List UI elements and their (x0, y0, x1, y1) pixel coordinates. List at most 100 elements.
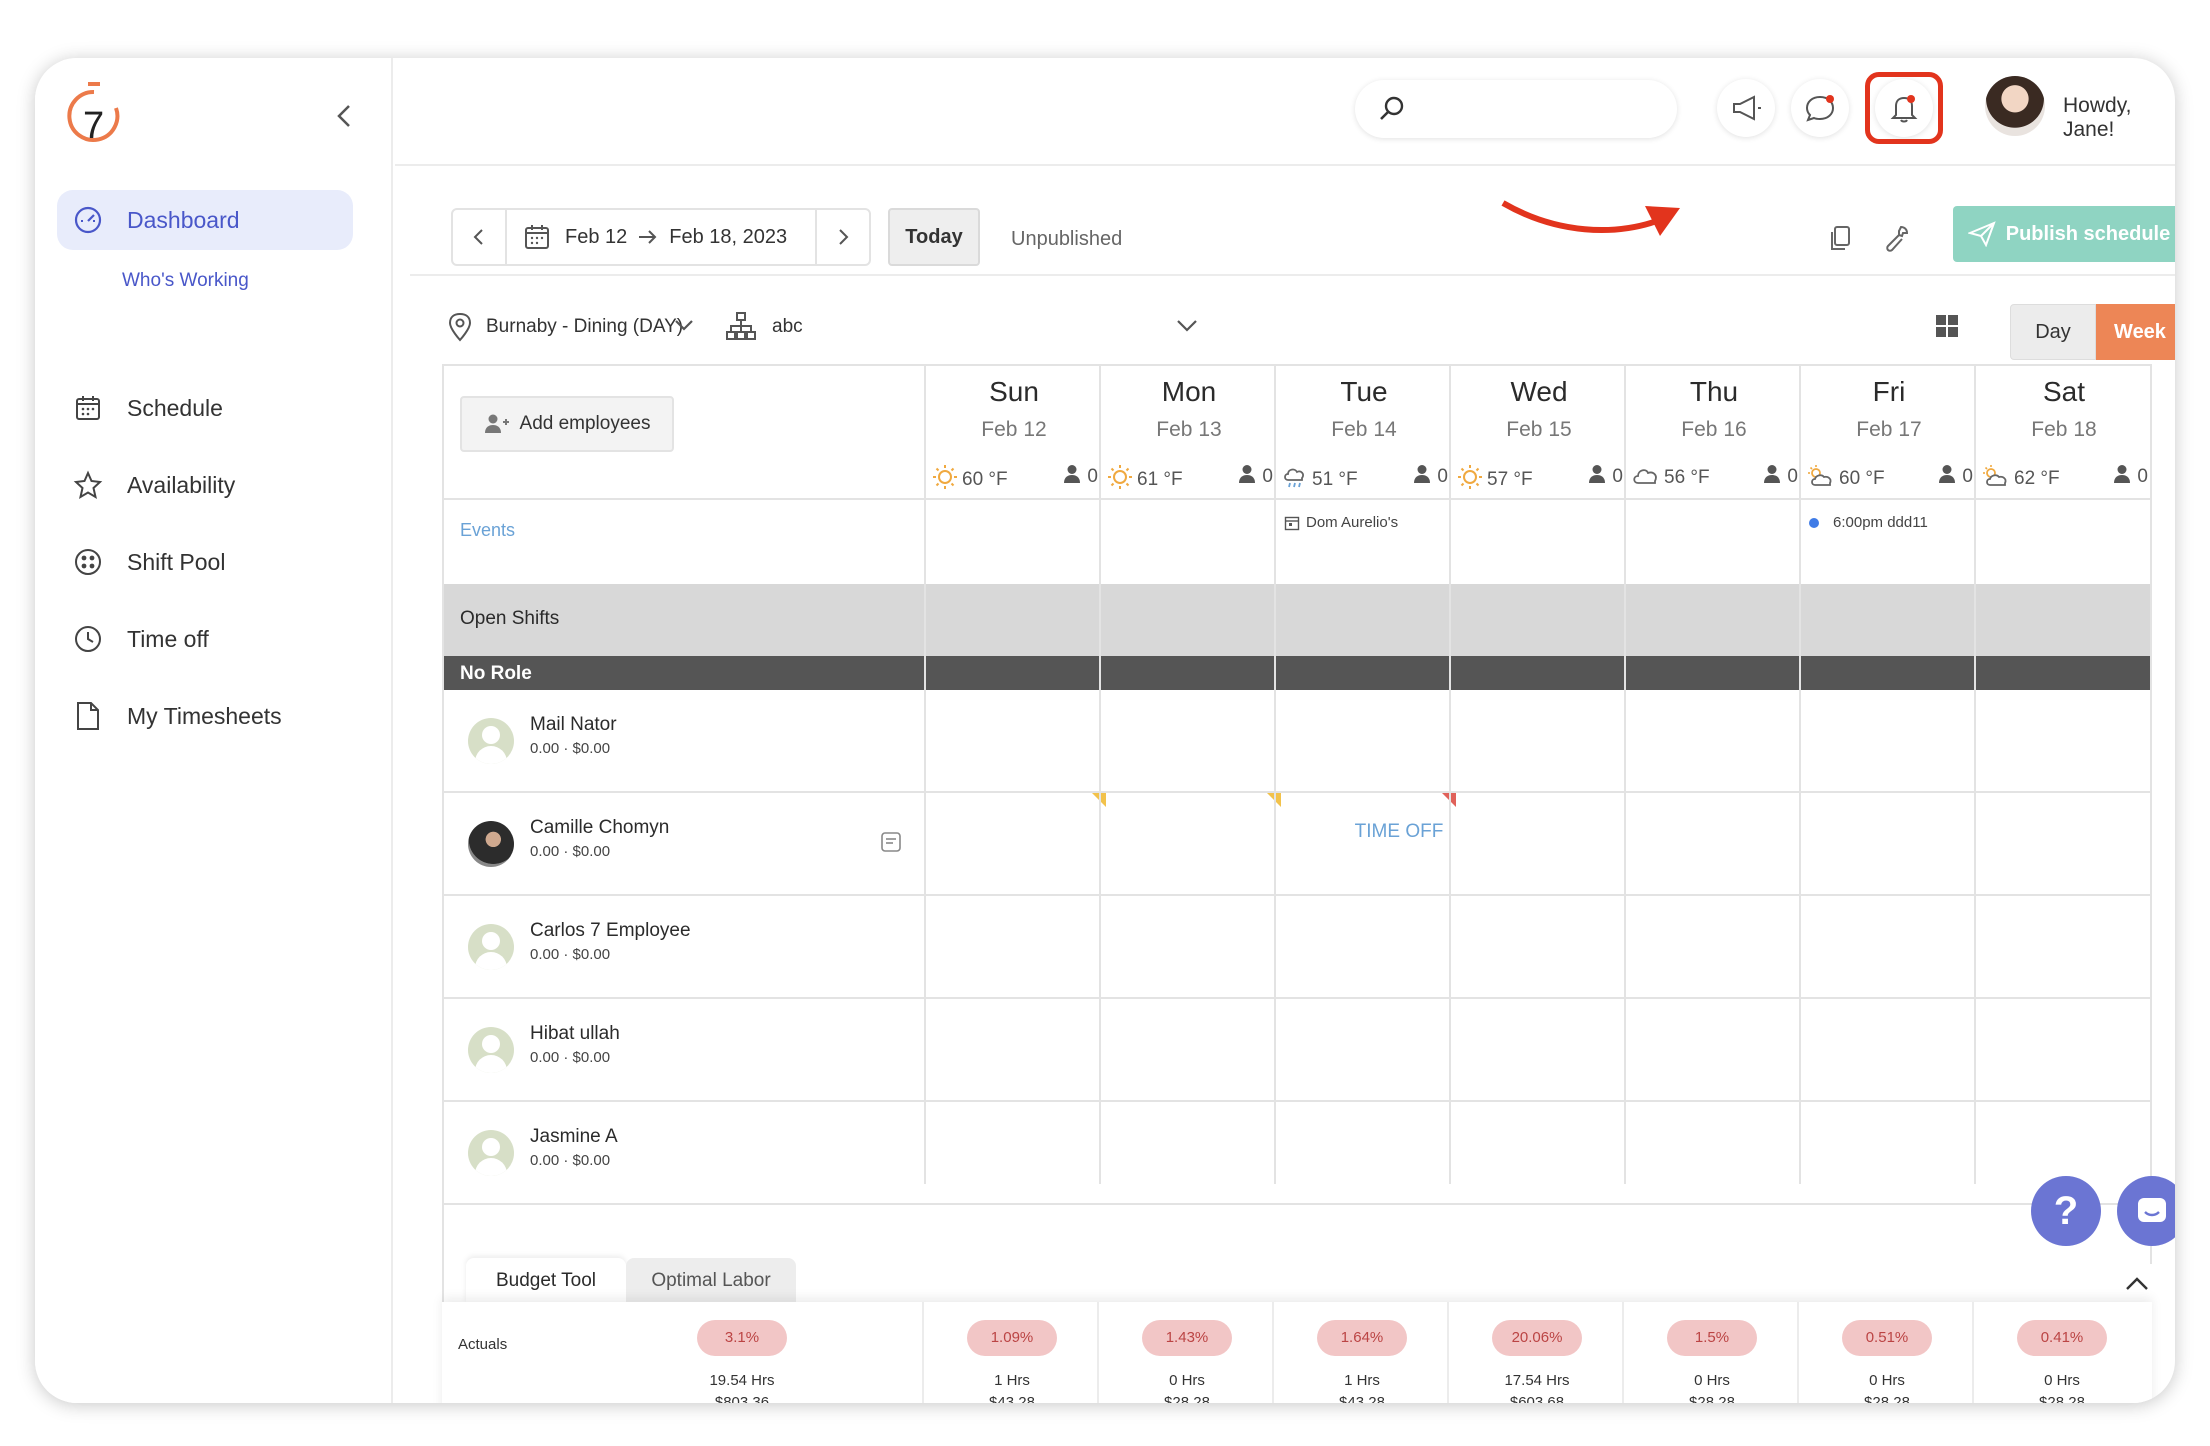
staff-count: 0 (1063, 464, 1098, 490)
budget-cost: $28.28 (1164, 1394, 1210, 1403)
day-date: Feb 17 (1856, 418, 1922, 441)
collapse-sidebar-button[interactable] (325, 96, 365, 136)
column-divider (1799, 366, 1801, 1184)
help-button[interactable]: ? (2031, 1176, 2101, 1246)
copy-icon[interactable] (1827, 224, 1853, 257)
weather: 60 °F (932, 464, 1008, 496)
budget-hours: 0 Hrs (1169, 1372, 1205, 1389)
day-header-tue[interactable]: Tue Feb 14 51 °F 0 (1276, 366, 1452, 500)
next-week-button[interactable] (815, 208, 871, 266)
day-date: Feb 15 (1506, 418, 1572, 441)
chat-icon (2138, 1198, 2166, 1222)
budget-pct: 1.64% (1317, 1320, 1407, 1356)
wrench-icon[interactable] (1883, 224, 1911, 257)
day-header-wed[interactable]: Wed Feb 15 57 °F 0 (1451, 366, 1627, 500)
chevron-up-icon (2126, 1277, 2148, 1290)
collapse-panel-button[interactable] (2112, 1264, 2162, 1304)
person-icon (1413, 464, 1431, 490)
events-label[interactable]: Events (460, 520, 515, 541)
column-divider (922, 1302, 924, 1403)
publish-status: Unpublished (1011, 228, 1123, 250)
day-name: Mon (1161, 376, 1217, 407)
events-row: Events Dom Aurelio's 6:00pm ddd11 (444, 500, 2150, 584)
org-select[interactable]: abc (772, 316, 803, 338)
temperature: 61 °F (1137, 469, 1183, 490)
publish-schedule-button[interactable]: Publish schedule (1953, 206, 2175, 262)
sidebar-item-time-off[interactable]: Time off (57, 609, 353, 669)
person-icon (1588, 464, 1606, 490)
column-divider (1449, 366, 1451, 1184)
temperature: 62 °F (2014, 468, 2060, 489)
range-end: Feb 18, 2023 (669, 225, 788, 248)
previous-week-button[interactable] (451, 208, 507, 266)
week-view-button[interactable]: Week (2096, 304, 2175, 360)
date-range-picker[interactable]: Feb 12 Feb 18, 2023 (505, 208, 817, 266)
user-greeting[interactable]: Howdy, Jane! (2063, 94, 2175, 142)
note-icon[interactable] (880, 831, 902, 858)
sidebar-item-schedule[interactable]: Schedule (57, 378, 353, 438)
search-input[interactable] (1355, 80, 1677, 138)
event-item[interactable]: 6:00pm ddd11 (1809, 514, 1928, 531)
column-divider (924, 366, 926, 1184)
column-divider (1097, 1302, 1099, 1403)
sidebar-item-availability[interactable]: Availability (57, 455, 353, 515)
announcements-button[interactable] (1717, 79, 1775, 137)
event-item[interactable]: Dom Aurelio's (1284, 514, 1398, 531)
sidebar-item-dashboard[interactable]: Dashboard (57, 190, 353, 250)
rain-icon (1282, 464, 1308, 496)
sidebar: 7 Dashboard Who's Working Schedule Avail… (35, 58, 393, 1403)
column-divider (1797, 1302, 1799, 1403)
today-button[interactable]: Today (888, 208, 980, 266)
budget-hours: 0 Hrs (1869, 1372, 1905, 1389)
budget-pct: 1.5% (1667, 1320, 1757, 1356)
person-icon (1763, 464, 1781, 490)
avatar (468, 1130, 514, 1176)
weather: 61 °F (1107, 464, 1183, 496)
staff-count-value: 0 (1787, 466, 1798, 487)
table-row[interactable]: Hibat ullah 0.00 · $0.00 (444, 999, 2150, 1102)
table-row[interactable]: Camille Chomyn 0.00 · $0.00 (444, 793, 2150, 896)
day-header-sun[interactable]: Sun Feb 12 60 °F 0 (926, 366, 1102, 500)
chevron-down-icon[interactable] (673, 314, 695, 341)
tab-optimal-labor[interactable]: Optimal Labor (626, 1258, 796, 1304)
day-view-button[interactable]: Day (2010, 304, 2096, 360)
budget-hours: 19.54 Hrs (709, 1372, 775, 1389)
megaphone-icon (1733, 95, 1761, 121)
sunny-icon (1457, 464, 1483, 496)
day-header-mon[interactable]: Mon Feb 13 61 °F 0 (1101, 366, 1277, 500)
column-divider (1272, 1302, 1274, 1403)
table-row[interactable]: Mail Nator 0.00 · $0.00 (444, 690, 2150, 793)
role-header-row: No Role (444, 656, 2150, 690)
sidebar-item-whos-working[interactable]: Who's Working (122, 270, 249, 292)
sidebar-item-my-timesheets[interactable]: My Timesheets (57, 686, 353, 746)
budget-day-cell: 20.06% 17.54 Hrs $603.68 (1449, 1320, 1625, 1403)
person-icon (1238, 464, 1256, 490)
grid-view-icon[interactable] (1935, 314, 1959, 343)
day-date: Feb 12 (981, 418, 1047, 441)
employee-name: Jasmine A (530, 1126, 618, 1147)
day-header-sat[interactable]: Sat Feb 18 62 °F 0 (1976, 366, 2152, 500)
employee-stats: 0.00 · $0.00 (530, 740, 611, 757)
messages-button[interactable] (1791, 79, 1849, 137)
time-off-badge[interactable]: TIME OFF (1319, 821, 1479, 843)
sidebar-item-shift-pool[interactable]: Shift Pool (57, 532, 353, 592)
table-row[interactable]: Carlos 7 Employee 0.00 · $0.00 (444, 896, 2150, 999)
add-employees-button[interactable]: Add employees (460, 396, 674, 452)
chat-bubble-icon (1805, 95, 1835, 122)
avatar (468, 821, 514, 867)
weather: 62 °F (1982, 464, 2060, 494)
user-avatar[interactable] (1985, 76, 2045, 136)
logo-icon[interactable]: 7 (63, 78, 125, 148)
location-select[interactable]: Burnaby - Dining (DAY) (486, 316, 683, 338)
day-name: Sat (2042, 376, 2086, 407)
org-chart-icon (725, 311, 757, 346)
staff-count-value: 0 (1437, 466, 1448, 487)
day-header-thu[interactable]: Thu Feb 16 56 °F 0 (1626, 366, 1802, 500)
chevron-down-icon[interactable] (1175, 314, 1199, 341)
avatar (468, 718, 514, 764)
day-header-fri[interactable]: Fri Feb 17 60 °F 0 (1801, 366, 1977, 500)
budget-hours: 0 Hrs (2044, 1372, 2080, 1389)
table-row[interactable]: Jasmine A 0.00 · $0.00 (444, 1102, 2150, 1205)
weather: 60 °F (1807, 464, 1885, 494)
tab-budget-tool[interactable]: Budget Tool (466, 1258, 626, 1304)
